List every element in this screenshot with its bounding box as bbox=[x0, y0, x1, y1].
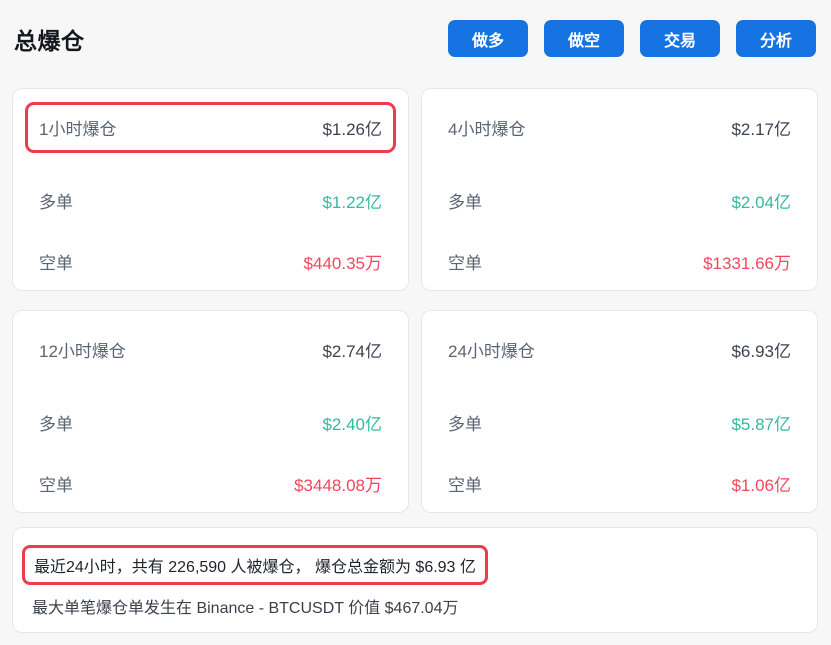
long-value: $5.87亿 bbox=[731, 410, 791, 435]
short-row: 空单 $440.35万 bbox=[39, 248, 382, 274]
short-row: 空单 $1.06亿 bbox=[448, 470, 791, 496]
period-total: $1.26亿 bbox=[322, 115, 382, 140]
period-label: 24小时爆仓 bbox=[448, 337, 535, 362]
liquidation-card-grid: 1小时爆仓 $1.26亿 多单 $1.22亿 空单 $440.35万 4小时爆仓… bbox=[12, 88, 818, 513]
long-row: 多单 $2.04亿 bbox=[448, 188, 791, 214]
short-value: $1331.66万 bbox=[703, 249, 791, 274]
short-label: 空单 bbox=[448, 471, 482, 496]
period-total: $6.93亿 bbox=[731, 337, 791, 362]
short-label: 空单 bbox=[39, 471, 73, 496]
long-row: 多单 $2.40亿 bbox=[39, 410, 382, 436]
short-button[interactable]: 做空 bbox=[544, 20, 624, 57]
summary-highlight-box: 最近24小时，共有 226,590 人被爆仓， 爆仓总金额为 $6.93 亿 bbox=[22, 545, 488, 585]
analyze-button[interactable]: 分析 bbox=[736, 20, 816, 57]
period-total: $2.74亿 bbox=[322, 337, 382, 362]
long-value: $2.40亿 bbox=[322, 410, 382, 435]
page-title: 总爆仓 bbox=[14, 22, 85, 56]
summary-line-1: 最近24小时，共有 226,590 人被爆仓， 爆仓总金额为 $6.93 亿 bbox=[34, 559, 476, 576]
long-row: 多单 $1.22亿 bbox=[39, 188, 382, 214]
short-value: $1.06亿 bbox=[731, 471, 791, 496]
period-row: 12小时爆仓 $2.74亿 bbox=[39, 324, 382, 375]
highlight-box: 1小时爆仓 $1.26亿 bbox=[25, 102, 396, 153]
short-value: $3448.08万 bbox=[294, 471, 382, 496]
short-label: 空单 bbox=[39, 249, 73, 274]
period-label: 4小时爆仓 bbox=[448, 115, 525, 140]
period-label: 1小时爆仓 bbox=[39, 115, 116, 140]
action-buttons: 做多 做空 交易 分析 bbox=[448, 20, 817, 57]
period-total: $2.17亿 bbox=[731, 115, 791, 140]
long-label: 多单 bbox=[448, 188, 482, 213]
summary-card: 最近24小时，共有 226,590 人被爆仓， 爆仓总金额为 $6.93 亿 最… bbox=[12, 527, 818, 633]
liquidation-card-12h: 12小时爆仓 $2.74亿 多单 $2.40亿 空单 $3448.08万 bbox=[12, 310, 409, 513]
liquidation-card-4h: 4小时爆仓 $2.17亿 多单 $2.04亿 空单 $1331.66万 bbox=[421, 88, 818, 291]
long-label: 多单 bbox=[39, 188, 73, 213]
period-row: 4小时爆仓 $2.17亿 bbox=[448, 102, 791, 153]
long-button[interactable]: 做多 bbox=[448, 20, 528, 57]
summary-line-2: 最大单笔爆仓单发生在 Binance - BTCUSDT 价值 $467.04万 bbox=[32, 594, 797, 618]
long-value: $1.22亿 bbox=[322, 188, 382, 213]
long-label: 多单 bbox=[448, 410, 482, 435]
liquidation-card-24h: 24小时爆仓 $6.93亿 多单 $5.87亿 空单 $1.06亿 bbox=[421, 310, 818, 513]
header: 总爆仓 做多 做空 交易 分析 bbox=[0, 0, 831, 57]
period-row: 24小时爆仓 $6.93亿 bbox=[448, 324, 791, 375]
short-row: 空单 $1331.66万 bbox=[448, 248, 791, 274]
short-value: $440.35万 bbox=[304, 249, 382, 274]
long-value: $2.04亿 bbox=[731, 188, 791, 213]
short-row: 空单 $3448.08万 bbox=[39, 470, 382, 496]
long-label: 多单 bbox=[39, 410, 73, 435]
period-label: 12小时爆仓 bbox=[39, 337, 126, 362]
trade-button[interactable]: 交易 bbox=[640, 20, 720, 57]
short-label: 空单 bbox=[448, 249, 482, 274]
long-row: 多单 $5.87亿 bbox=[448, 410, 791, 436]
liquidation-card-1h: 1小时爆仓 $1.26亿 多单 $1.22亿 空单 $440.35万 bbox=[12, 88, 409, 291]
